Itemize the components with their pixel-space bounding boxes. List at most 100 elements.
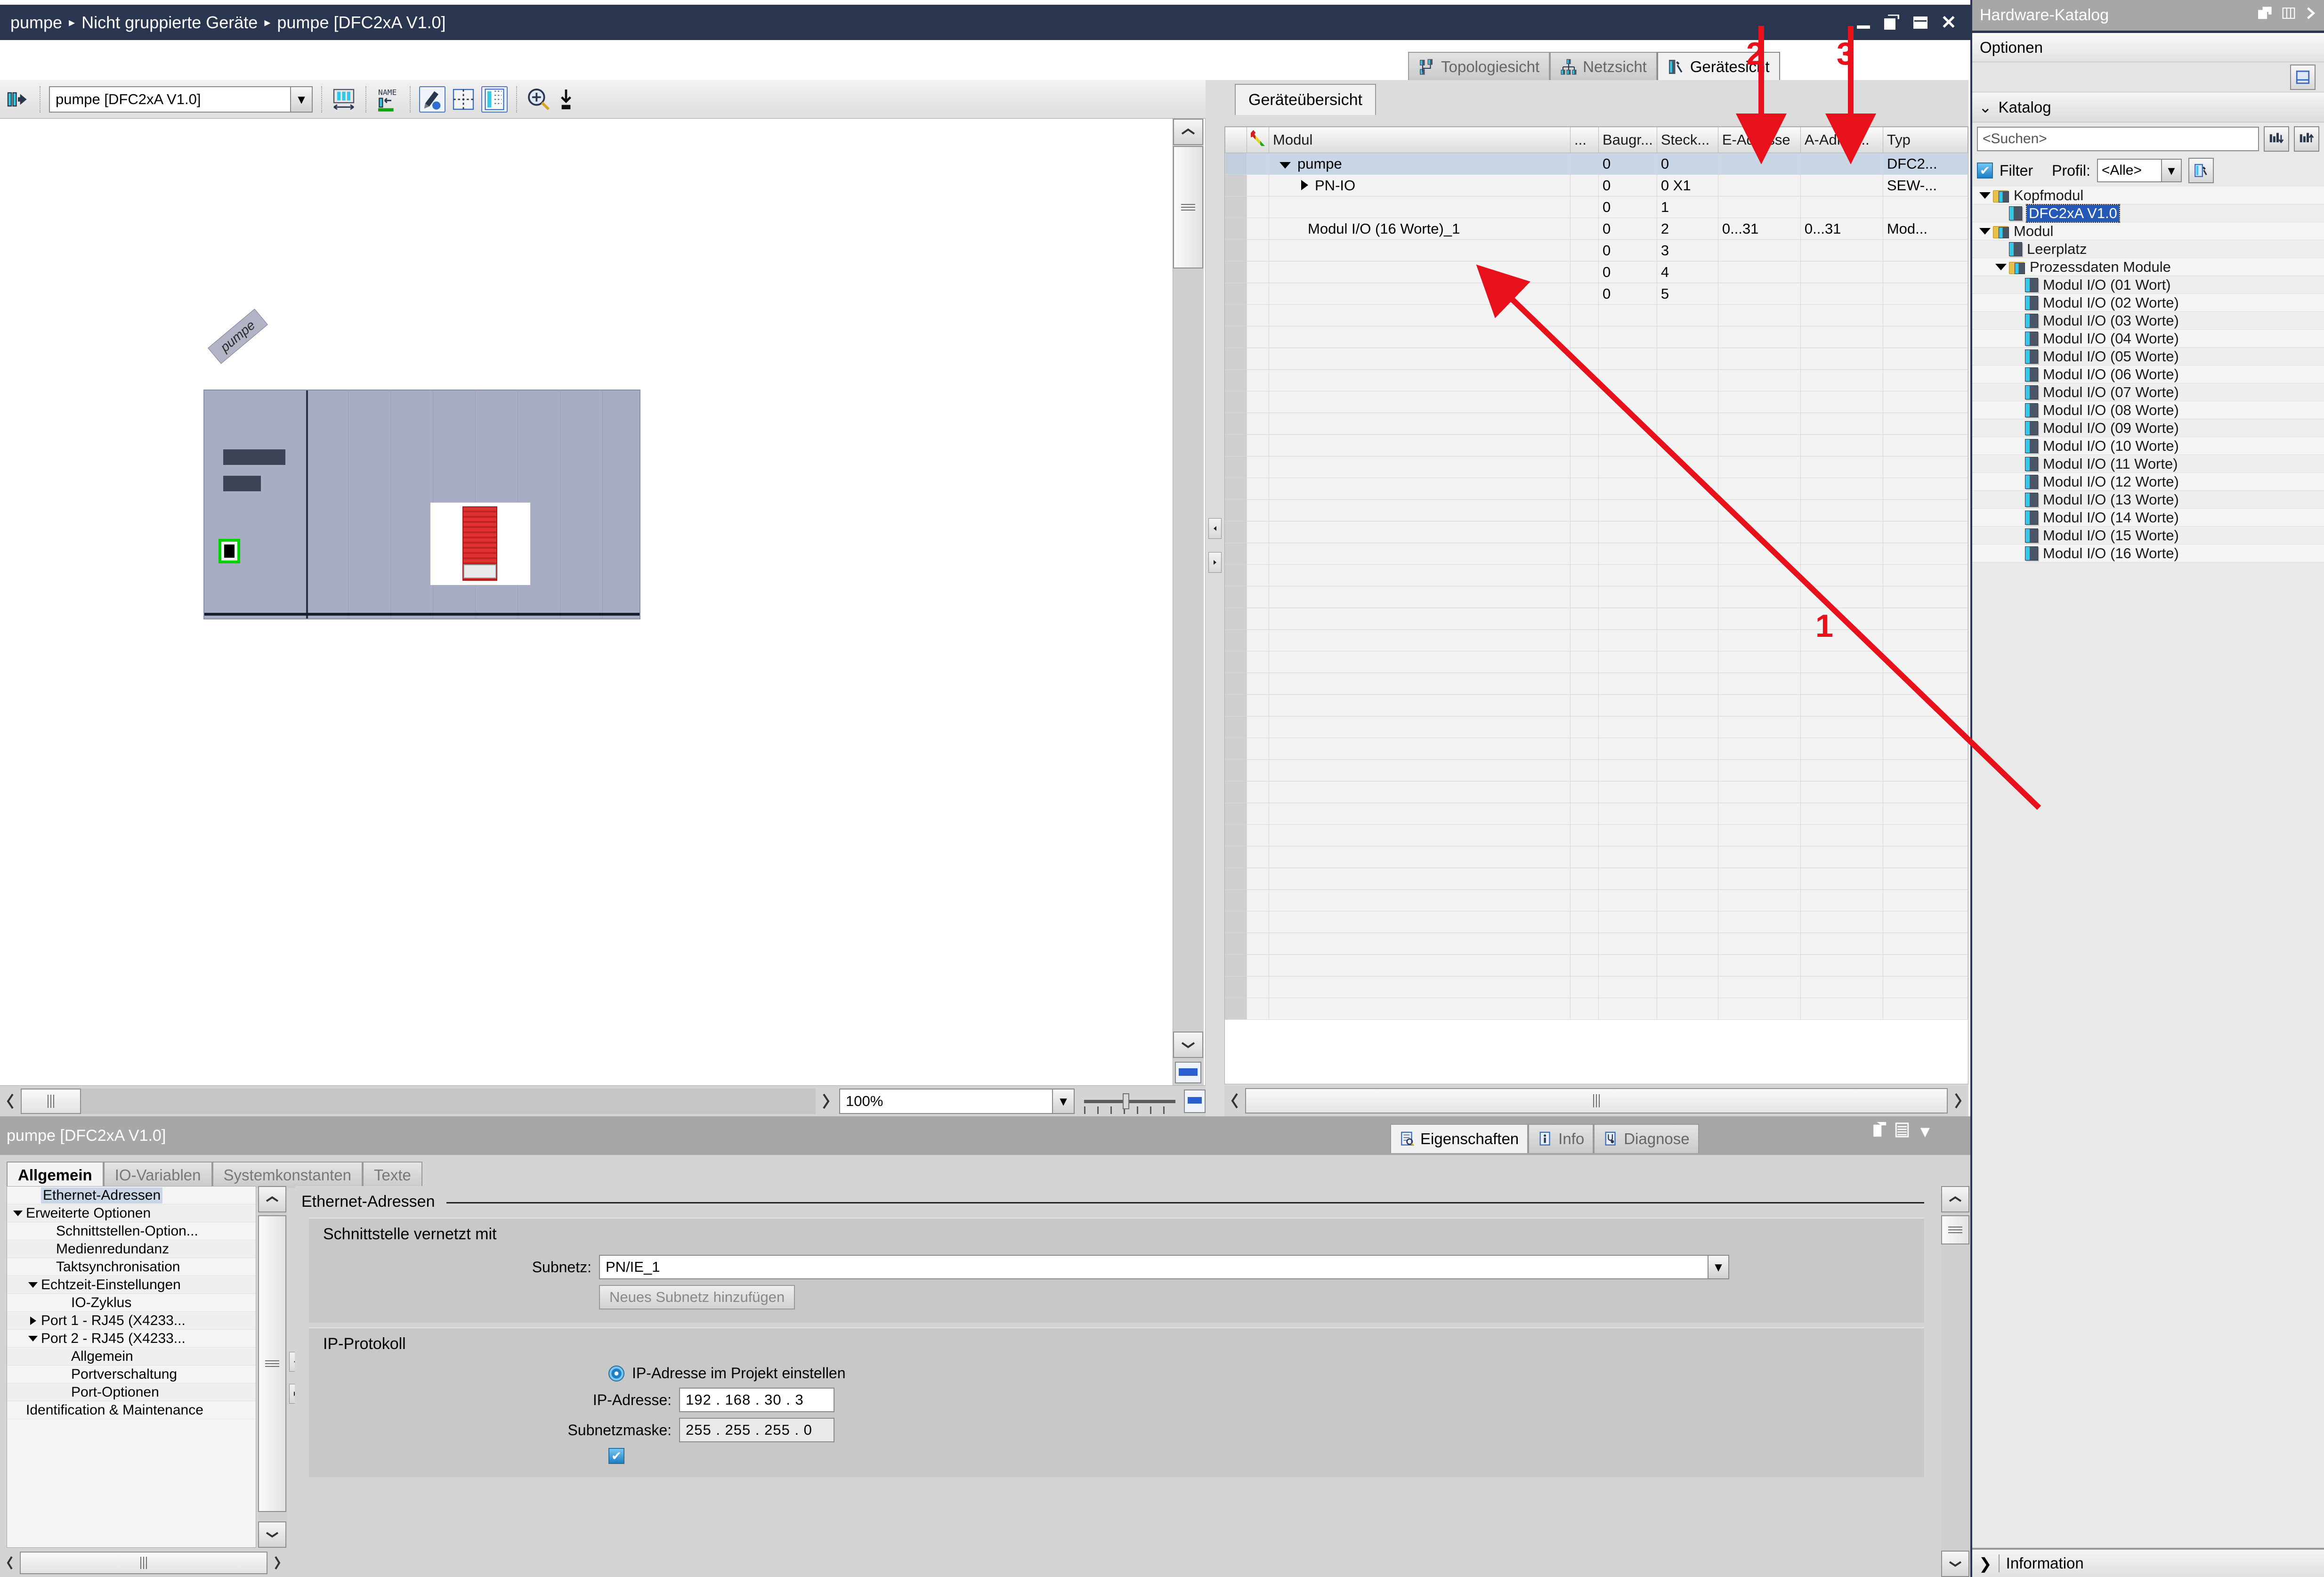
cell-e-adresse[interactable] xyxy=(1717,369,1801,391)
catalog-tree-item[interactable]: Modul I/O (14 Worte) xyxy=(1972,509,2324,527)
table-row-empty[interactable] xyxy=(1225,716,1968,738)
subnet-combo[interactable]: PN/IE_1 ▾ xyxy=(599,1255,1729,1279)
cell-e-adresse[interactable] xyxy=(1717,521,1801,543)
cell-baugruppentraeger[interactable] xyxy=(1598,586,1657,608)
cell-a-adresse[interactable] xyxy=(1800,369,1883,391)
cell-steckplatz[interactable] xyxy=(1656,694,1718,716)
nav-tree-item[interactable]: Allgemein xyxy=(7,1348,256,1366)
scroll-up-icon[interactable] xyxy=(258,1186,286,1212)
float-window-icon[interactable] xyxy=(1872,1122,1887,1142)
cell-e-adresse[interactable] xyxy=(1717,456,1801,478)
canvas-vertical-scrollbar[interactable] xyxy=(1173,119,1204,1085)
cell-steckplatz[interactable] xyxy=(1656,911,1718,933)
cell-modul[interactable] xyxy=(1269,759,1571,781)
cell-typ[interactable] xyxy=(1882,456,1968,478)
device-view-canvas[interactable]: pumpe xyxy=(0,119,1206,1085)
restore-icon[interactable] xyxy=(1884,15,1900,31)
cell-e-adresse[interactable] xyxy=(1717,694,1801,716)
cell-typ[interactable] xyxy=(1882,673,1968,695)
cell-baugruppentraeger[interactable] xyxy=(1598,803,1657,825)
cell-steckplatz[interactable] xyxy=(1656,543,1718,565)
nav-tree-item[interactable]: Erweiterte Optionen xyxy=(7,1204,256,1222)
cell-baugruppentraeger[interactable] xyxy=(1598,889,1657,911)
cell-e-adresse[interactable]: 0...31 xyxy=(1717,218,1801,240)
cell-baugruppentraeger[interactable]: 0 xyxy=(1598,174,1657,196)
nav-tree-hscrollbar[interactable] xyxy=(0,1551,287,1575)
table-row-empty[interactable] xyxy=(1225,846,1968,868)
chevron-down-icon[interactable]: ▼ xyxy=(1917,1123,1933,1141)
cell-e-adresse[interactable] xyxy=(1717,586,1801,608)
cell-modul[interactable] xyxy=(1269,261,1571,283)
cell-a-adresse[interactable] xyxy=(1800,694,1883,716)
cell-modul[interactable] xyxy=(1269,391,1571,413)
column-header-status[interactable] xyxy=(1247,127,1269,153)
cell-e-adresse[interactable] xyxy=(1717,391,1801,413)
cell-e-adresse[interactable] xyxy=(1717,413,1801,435)
cell-baugruppentraeger[interactable] xyxy=(1598,304,1657,326)
cell-typ[interactable] xyxy=(1882,261,1968,283)
cell-e-adresse[interactable] xyxy=(1717,434,1801,456)
cell-typ[interactable]: Mod... xyxy=(1882,218,1968,240)
scroll-down-icon[interactable] xyxy=(1173,1032,1203,1058)
cell-modul[interactable] xyxy=(1269,348,1571,370)
cell-e-adresse[interactable] xyxy=(1717,348,1801,370)
minimize-icon[interactable] xyxy=(1856,15,1872,31)
cell-typ[interactable] xyxy=(1882,239,1968,261)
table-row-empty[interactable] xyxy=(1225,998,1968,1020)
table-row-empty[interactable] xyxy=(1225,543,1968,565)
table-row-empty[interactable] xyxy=(1225,694,1968,716)
cell-e-adresse[interactable] xyxy=(1717,911,1801,933)
table-row-empty[interactable] xyxy=(1225,391,1968,413)
cell-typ[interactable] xyxy=(1882,694,1968,716)
properties-scroll-thumb[interactable] xyxy=(1941,1215,1969,1244)
cell-steckplatz[interactable] xyxy=(1656,586,1718,608)
tab-geraeteuebersicht[interactable]: Geräteübersicht xyxy=(1235,84,1376,115)
expander-expand-icon[interactable] xyxy=(1301,179,1308,190)
device-overview-table-wrap[interactable]: Modul ... Baugr... Steck... E-Adresse A-… xyxy=(1224,126,1968,1084)
cell-e-adresse[interactable] xyxy=(1717,868,1801,890)
cell-e-adresse[interactable] xyxy=(1717,738,1801,760)
cell-baugruppentraeger[interactable] xyxy=(1598,456,1657,478)
table-row-empty[interactable] xyxy=(1225,629,1968,651)
cell-steckplatz[interactable] xyxy=(1656,976,1718,998)
cell-steckplatz[interactable] xyxy=(1656,998,1718,1020)
edit-pencil-icon[interactable] xyxy=(419,86,445,113)
cell-baugruppentraeger[interactable] xyxy=(1598,629,1657,651)
catalog-tree-item[interactable]: Modul I/O (12 Worte) xyxy=(1972,473,2324,491)
cell-typ[interactable] xyxy=(1882,478,1968,500)
cell-modul[interactable] xyxy=(1269,608,1571,630)
search-down-icon[interactable] xyxy=(2264,126,2289,152)
profile-combo[interactable]: <Alle> ▾ xyxy=(2097,159,2182,182)
cell-modul[interactable] xyxy=(1269,283,1571,305)
table-row-empty[interactable] xyxy=(1225,868,1968,890)
column-header-baugruppentraeger[interactable]: Baugr... xyxy=(1598,127,1657,153)
canvas-hscroll-thumb[interactable] xyxy=(21,1088,81,1114)
tab-eigenschaften[interactable]: Eigenschaften xyxy=(1390,1124,1529,1153)
cell-steckplatz[interactable]: 1 xyxy=(1656,196,1718,218)
catalog-search-input[interactable]: <Suchen> xyxy=(1977,127,2259,151)
cell-a-adresse[interactable] xyxy=(1800,564,1883,586)
cell-a-adresse[interactable] xyxy=(1800,239,1883,261)
cell-e-adresse[interactable] xyxy=(1717,673,1801,695)
cell-a-adresse[interactable] xyxy=(1800,153,1883,175)
cell-typ[interactable] xyxy=(1882,976,1968,998)
cell-steckplatz[interactable] xyxy=(1656,348,1718,370)
table-row[interactable]: PN-IO 0 0 X1 SEW-... xyxy=(1225,174,1968,196)
cell-steckplatz[interactable] xyxy=(1656,434,1718,456)
cell-baugruppentraeger[interactable] xyxy=(1598,694,1657,716)
table-row-empty[interactable] xyxy=(1225,803,1968,825)
table-row-empty[interactable] xyxy=(1225,673,1968,695)
cell-baugruppentraeger[interactable]: 0 xyxy=(1598,239,1657,261)
cell-a-adresse[interactable] xyxy=(1800,759,1883,781)
cell-modul[interactable] xyxy=(1269,911,1571,933)
cell-baugruppentraeger[interactable] xyxy=(1598,434,1657,456)
cell-baugruppentraeger[interactable] xyxy=(1598,391,1657,413)
inserted-module-graphic[interactable] xyxy=(430,503,530,585)
chevron-right-icon[interactable]: ❯ xyxy=(1979,1554,1992,1573)
catalog-tree-item[interactable]: Modul I/O (15 Worte) xyxy=(1972,527,2324,545)
router-settings-checkbox[interactable] xyxy=(608,1448,624,1464)
nav-tree-item[interactable]: Schnittstellen-Option... xyxy=(7,1222,256,1240)
nav-tree-item[interactable]: Identification & Maintenance xyxy=(7,1401,256,1419)
cell-e-adresse[interactable] xyxy=(1717,998,1801,1020)
cell-typ[interactable] xyxy=(1882,283,1968,305)
